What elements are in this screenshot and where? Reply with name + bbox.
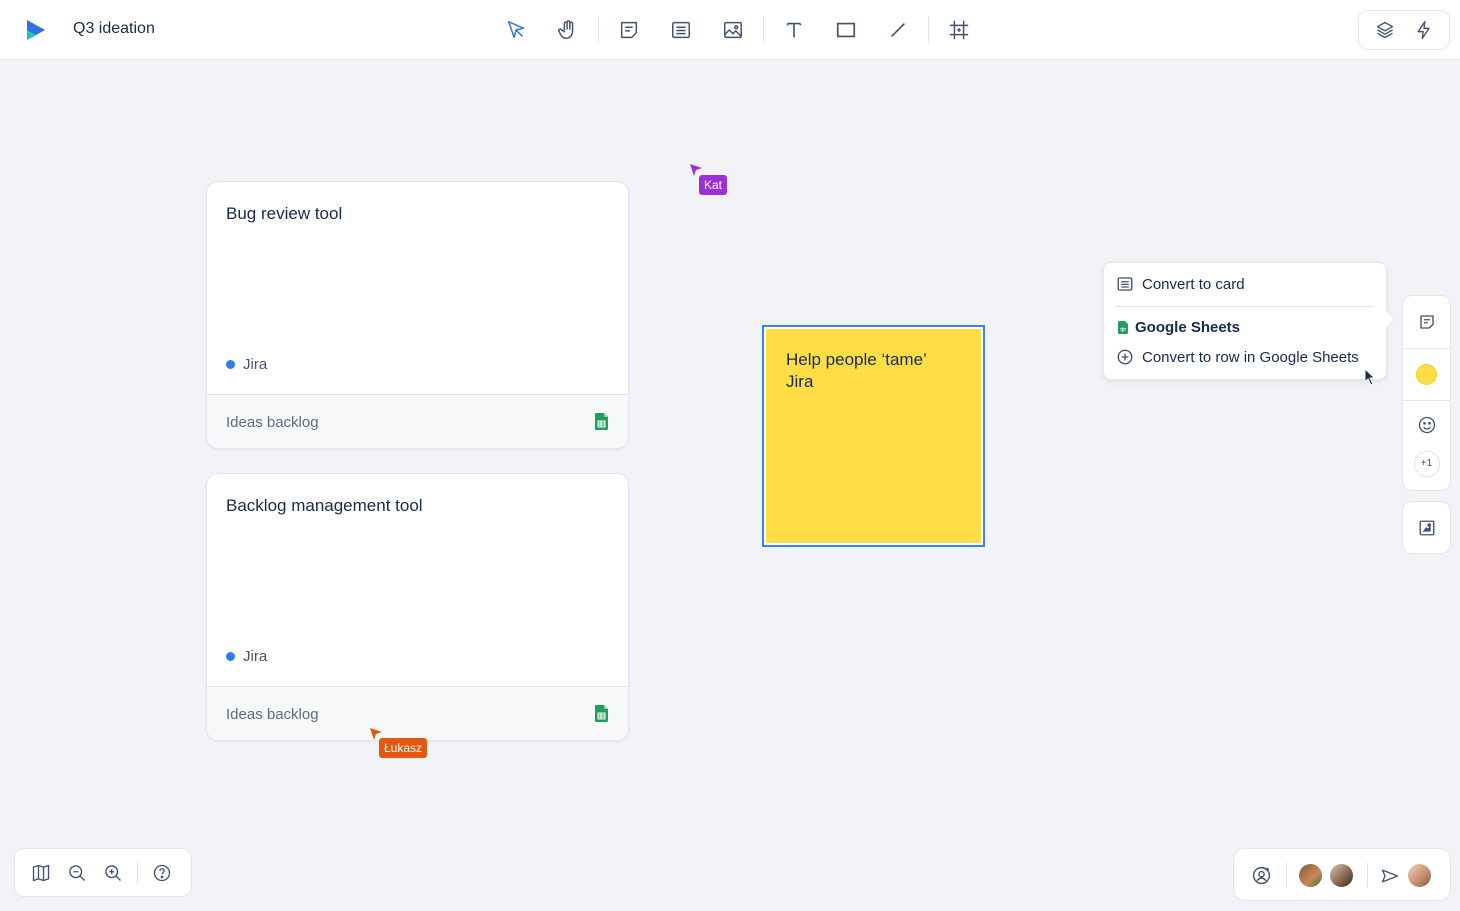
zoom-controls bbox=[14, 848, 192, 897]
avatar[interactable] bbox=[1297, 862, 1324, 889]
card-footer: Ideas backlog bbox=[207, 686, 628, 740]
toolbar-divider bbox=[928, 17, 929, 43]
idea-card[interactable]: Backlog management tool Jira Ideas backl… bbox=[206, 473, 629, 741]
frame-icon bbox=[949, 20, 969, 40]
status-dot bbox=[226, 652, 235, 661]
zoom-out-button[interactable] bbox=[61, 857, 93, 889]
sticky-note-tool-button[interactable] bbox=[609, 10, 649, 50]
color-picker-button[interactable] bbox=[1403, 348, 1450, 400]
menu-pointer bbox=[1378, 310, 1396, 328]
card-source-tag: Jira bbox=[226, 648, 267, 665]
sticky-note-icon bbox=[1419, 315, 1434, 329]
mouse-pointer-icon bbox=[1364, 368, 1376, 386]
menu-divider bbox=[1116, 306, 1374, 307]
help-icon bbox=[153, 864, 171, 881]
app-logo-icon[interactable] bbox=[24, 18, 48, 42]
card-icon bbox=[1117, 277, 1133, 291]
zoom-in-icon bbox=[105, 864, 121, 881]
document-title[interactable]: Q3 ideation bbox=[73, 20, 155, 38]
plus-circle-icon bbox=[1117, 349, 1133, 365]
side-toolbar-extra bbox=[1402, 501, 1451, 554]
sticky-note[interactable]: Help people ‘tame’ Jira bbox=[762, 325, 985, 547]
card-icon bbox=[672, 21, 690, 39]
convert-menu: Convert to card Google Sheets Convert to… bbox=[1103, 262, 1396, 380]
color-swatch bbox=[1416, 364, 1437, 385]
text-tool-button[interactable] bbox=[774, 10, 814, 50]
card-footer: Ideas backlog bbox=[207, 394, 628, 448]
sticky-note-text[interactable]: Help people ‘tame’ Jira bbox=[766, 329, 981, 543]
tool-palette bbox=[490, 10, 985, 50]
map-icon bbox=[32, 864, 50, 881]
toolbar-divider bbox=[1286, 863, 1287, 887]
collaborator-label-lukasz: Łukasz bbox=[379, 738, 428, 758]
collaborator-label-kat: Kat bbox=[699, 175, 728, 195]
frame-tool-button[interactable] bbox=[939, 10, 979, 50]
smiley-icon bbox=[1418, 416, 1435, 433]
convert-to-card-item[interactable]: Convert to card bbox=[1116, 275, 1245, 293]
top-right-actions bbox=[1358, 10, 1450, 50]
rectangle-icon bbox=[836, 22, 856, 38]
google-sheets-icon bbox=[595, 705, 608, 722]
card-footer-label: Ideas backlog bbox=[226, 706, 319, 723]
insert-image-button[interactable] bbox=[1403, 502, 1450, 554]
card-source-tag: Jira bbox=[226, 356, 267, 373]
toolbar-divider bbox=[1367, 863, 1368, 887]
hand-tool-button[interactable] bbox=[548, 10, 588, 50]
google-sheets-icon bbox=[1118, 321, 1128, 334]
toolbar-divider bbox=[763, 17, 764, 43]
convert-to-row-item[interactable]: Convert to row in Google Sheets bbox=[1116, 348, 1359, 366]
google-sheets-icon bbox=[595, 413, 608, 430]
card-tag-label: Jira bbox=[243, 648, 268, 665]
follow-presenter-icon[interactable] bbox=[1380, 866, 1400, 886]
text-icon bbox=[786, 22, 802, 38]
card-title: Backlog management tool bbox=[226, 496, 423, 515]
convert-to-row-label: Convert to row in Google Sheets bbox=[1142, 348, 1359, 366]
idea-card[interactable]: Bug review tool Jira Ideas backlog bbox=[206, 181, 629, 449]
zoom-out-icon bbox=[69, 864, 85, 881]
line-icon bbox=[890, 22, 906, 38]
sticky-note-icon bbox=[620, 21, 638, 39]
reaction-count-badge[interactable]: +1 bbox=[1413, 450, 1440, 477]
layers-icon[interactable] bbox=[1375, 20, 1395, 40]
select-tool-button[interactable] bbox=[496, 10, 536, 50]
convert-to-card-label: Convert to card bbox=[1142, 275, 1245, 293]
rectangle-tool-button[interactable] bbox=[826, 10, 866, 50]
avatar[interactable] bbox=[1406, 862, 1433, 889]
collaboration-bar bbox=[1233, 848, 1451, 901]
status-dot bbox=[226, 360, 235, 369]
section-title-label: Google Sheets bbox=[1135, 319, 1241, 336]
zoom-in-button[interactable] bbox=[97, 857, 129, 889]
avatar[interactable] bbox=[1328, 862, 1355, 889]
image-icon bbox=[724, 21, 742, 39]
lightning-icon[interactable] bbox=[1414, 20, 1434, 40]
image-tool-button[interactable] bbox=[713, 10, 753, 50]
google-sheets-section-title: Google Sheets bbox=[1118, 319, 1240, 336]
card-tool-button[interactable] bbox=[661, 10, 701, 50]
object-side-toolbar: +1 bbox=[1402, 295, 1451, 491]
line-tool-button[interactable] bbox=[878, 10, 918, 50]
cursor-arrow-icon bbox=[507, 21, 525, 39]
toolbar-divider bbox=[598, 17, 599, 43]
add-user-icon[interactable] bbox=[1251, 865, 1272, 886]
reactions-button[interactable]: +1 bbox=[1403, 400, 1450, 490]
note-style-button[interactable] bbox=[1403, 296, 1450, 348]
card-title: Bug review tool bbox=[226, 204, 343, 223]
map-button[interactable] bbox=[25, 857, 57, 889]
toolbar-divider bbox=[137, 861, 138, 884]
hand-icon bbox=[558, 20, 574, 39]
image-frame-icon bbox=[1419, 520, 1434, 536]
card-footer-label: Ideas backlog bbox=[226, 414, 319, 431]
help-button[interactable] bbox=[146, 857, 178, 889]
card-tag-label: Jira bbox=[243, 356, 268, 373]
top-bar: Q3 ideation bbox=[0, 0, 1460, 60]
